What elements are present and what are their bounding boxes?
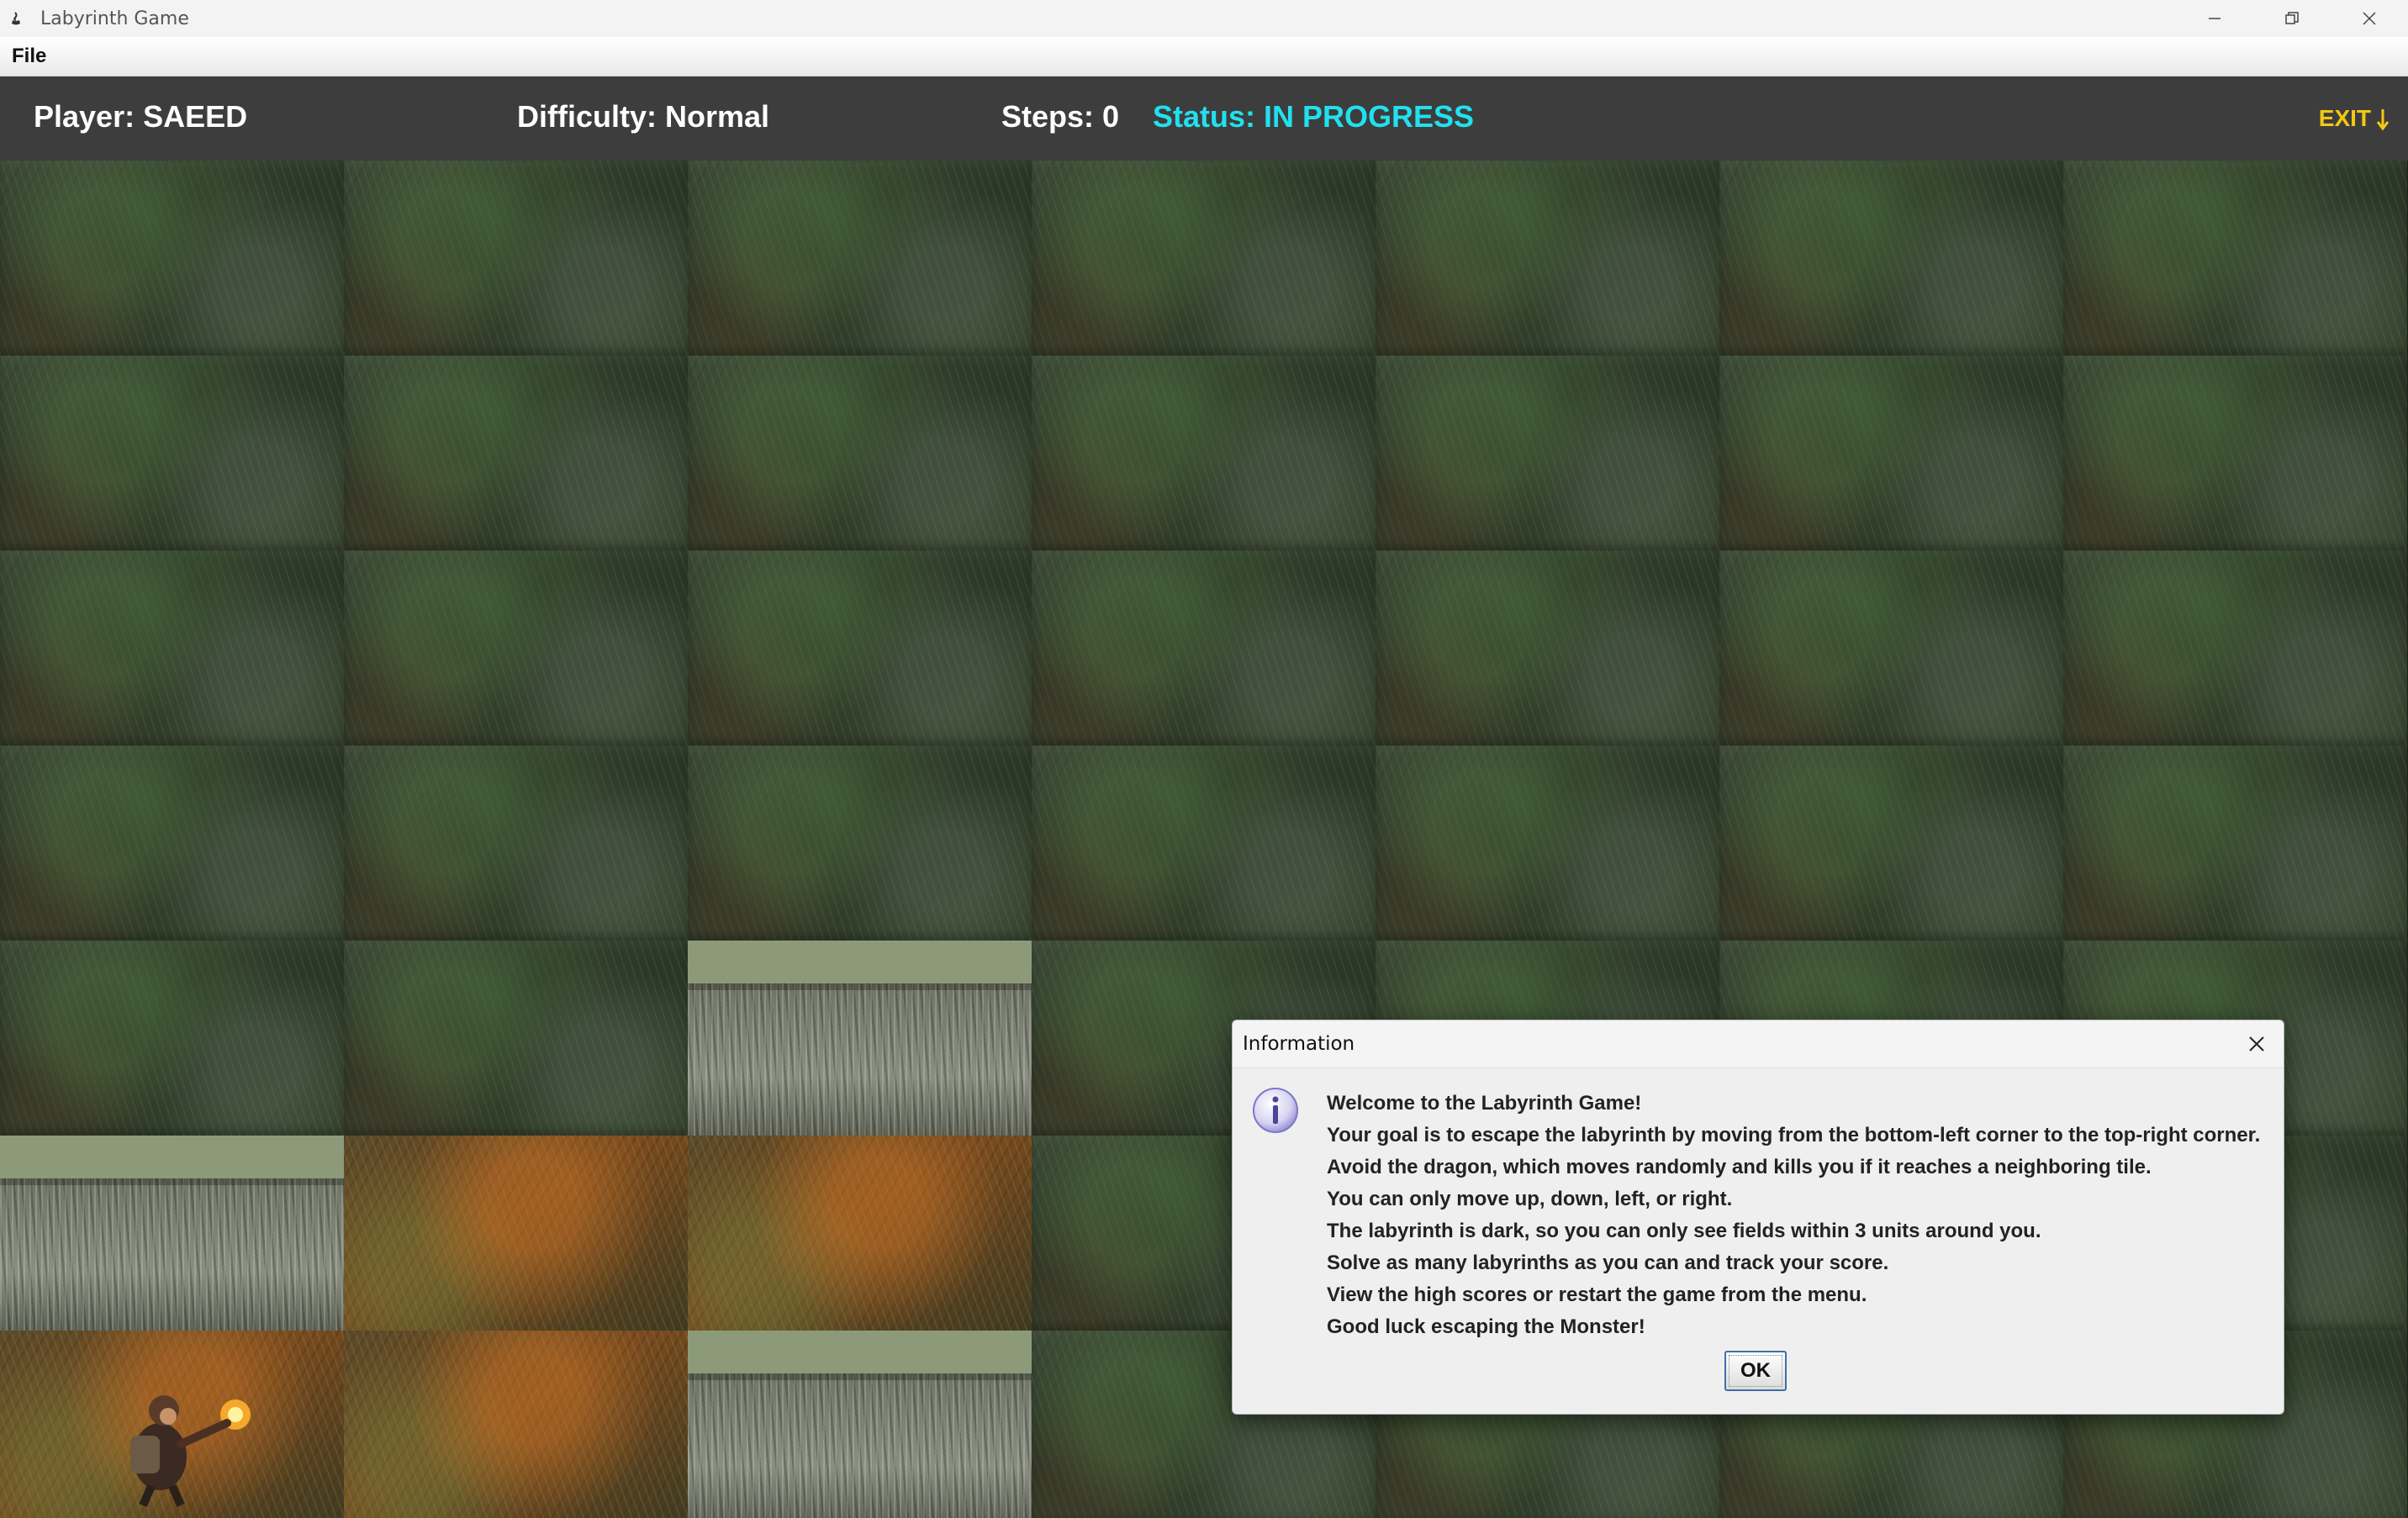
floor-tile xyxy=(1376,746,1719,941)
restore-icon xyxy=(2285,12,2299,24)
floor-tile xyxy=(0,161,344,356)
floor-tile xyxy=(1032,551,1376,746)
information-dialog: Information Welcome to the Labyrinth Gam… xyxy=(1232,1020,2284,1415)
player-label: Player: SAEED xyxy=(34,99,248,134)
floor-tile xyxy=(1032,746,1376,941)
floor-tile xyxy=(688,161,1032,356)
floor-tile xyxy=(344,1331,688,1518)
floor-tile xyxy=(0,356,344,551)
dialog-message-line: Avoid the dragon, which moves randomly a… xyxy=(1327,1156,2152,1178)
dialog-message-line: The labyrinth is dark, so you can only s… xyxy=(1327,1220,2041,1242)
floor-tile xyxy=(1719,356,2063,551)
floor-tile xyxy=(344,161,688,356)
close-button[interactable] xyxy=(2331,0,2408,37)
floor-tile xyxy=(1719,161,2063,356)
floor-tile xyxy=(344,941,688,1136)
floor-tile xyxy=(1032,161,1376,356)
exit-label: EXIT xyxy=(2318,105,2371,131)
dialog-message-line: Your goal is to escape the labyrinth by … xyxy=(1327,1124,2261,1146)
dialog-message-line: Good luck escaping the Monster! xyxy=(1327,1315,1645,1338)
floor-tile xyxy=(0,746,344,941)
floor-tile xyxy=(344,356,688,551)
wall-tile xyxy=(688,1331,1032,1518)
floor-tile xyxy=(1376,356,1719,551)
menu-file[interactable]: File xyxy=(10,41,48,71)
wall-tile xyxy=(0,1136,344,1331)
exit-button[interactable]: EXIT xyxy=(2319,76,2390,161)
steps-label: Steps: 0 xyxy=(1001,99,1120,134)
menu-bar: File xyxy=(0,37,2408,76)
dialog-message-line: Solve as many labyrinths as you can and … xyxy=(1327,1252,1889,1274)
info-icon xyxy=(1253,1088,1298,1133)
floor-tile xyxy=(2063,356,2407,551)
player-tile xyxy=(0,1331,344,1518)
floor-tile xyxy=(1719,746,2063,941)
dialog-message-line: Welcome to the Labyrinth Game! xyxy=(1327,1092,1642,1115)
floor-tile xyxy=(1376,161,1719,356)
dialog-message: Welcome to the Labyrinth Game! Your goal … xyxy=(1327,1088,2268,1343)
window-title: Labyrinth Game xyxy=(40,8,189,29)
close-icon xyxy=(2363,12,2376,25)
java-app-icon xyxy=(7,9,25,28)
floor-tile xyxy=(688,356,1032,551)
floor-tile xyxy=(688,551,1032,746)
minimize-button[interactable] xyxy=(2176,0,2253,37)
floor-tile xyxy=(0,551,344,746)
dialog-message-line: View the high scores or restart the game… xyxy=(1327,1283,1867,1306)
restore-button[interactable] xyxy=(2253,0,2331,37)
game-status-label: Status: IN PROGRESS xyxy=(1153,99,1475,134)
difficulty-label: Difficulty: Normal xyxy=(517,99,770,134)
floor-tile xyxy=(344,1136,688,1331)
game-status-bar: Player: SAEED Difficulty: Normal Steps: … xyxy=(0,76,2408,161)
floor-tile xyxy=(688,746,1032,941)
floor-tile xyxy=(688,1136,1032,1331)
dialog-close-button[interactable] xyxy=(2242,1029,2272,1059)
floor-tile xyxy=(2063,551,2407,746)
minimize-icon xyxy=(2209,18,2221,19)
floor-tile xyxy=(344,746,688,941)
ok-button[interactable]: OK xyxy=(1724,1351,1787,1391)
wall-tile xyxy=(688,941,1032,1136)
dialog-message-line: You can only move up, down, left, or rig… xyxy=(1327,1188,1733,1210)
arrow-down-icon xyxy=(2376,109,2390,131)
floor-tile xyxy=(1376,551,1719,746)
dialog-title: Information xyxy=(1243,1033,1355,1055)
floor-tile xyxy=(2063,161,2407,356)
window-controls xyxy=(2176,0,2408,37)
dialog-title-bar: Information xyxy=(1233,1020,2284,1068)
floor-tile xyxy=(344,551,688,746)
player-character-icon xyxy=(130,1395,251,1507)
floor-tile xyxy=(1032,356,1376,551)
floor-tile xyxy=(0,941,344,1136)
floor-tile xyxy=(1719,551,2063,746)
floor-tile xyxy=(2063,746,2407,941)
close-icon xyxy=(2249,1036,2264,1052)
title-bar: Labyrinth Game xyxy=(0,0,2408,37)
